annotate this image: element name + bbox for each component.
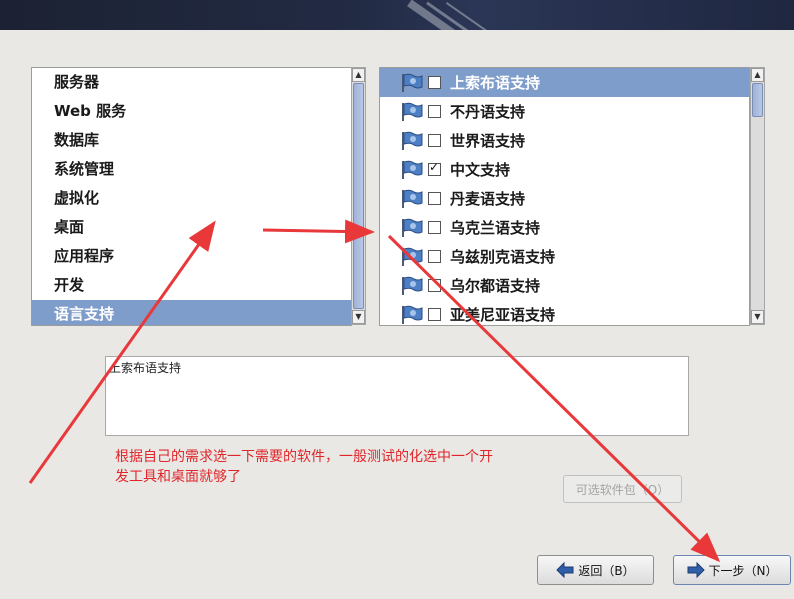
group-item[interactable]: 开发 — [32, 271, 351, 300]
package-label: 上索布语支持 — [450, 74, 541, 92]
installer-banner — [0, 0, 794, 30]
optional-packages-button[interactable]: 可选软件包（O） — [563, 475, 682, 503]
scroll-thumb[interactable] — [752, 83, 763, 117]
package-label: 中文支持 — [450, 161, 511, 179]
package-checkbox[interactable] — [428, 76, 441, 89]
annotation-text: 根据自己的需求选一下需要的软件，一般测试的化选中一个开发工具和桌面就够了 — [115, 449, 493, 485]
package-item[interactable]: 世界语支持 — [380, 126, 749, 155]
package-checkbox[interactable] — [428, 279, 441, 292]
package-label: 乌兹别克语支持 — [450, 248, 556, 266]
flag-icon — [400, 305, 424, 325]
package-checkbox[interactable] — [428, 105, 441, 118]
next-label: 下一步（N） — [708, 563, 778, 578]
package-item[interactable]: 丹麦语支持 — [380, 184, 749, 213]
group-item[interactable]: 应用程序 — [32, 242, 351, 271]
group-list-scrollbar[interactable]: ▲ ▼ — [351, 67, 366, 325]
flag-icon — [400, 218, 424, 238]
scroll-up-icon[interactable]: ▲ — [352, 68, 365, 82]
back-label: 返回（B） — [578, 563, 635, 578]
package-item[interactable]: 亚美尼亚语支持 — [380, 300, 749, 325]
scroll-up-icon[interactable]: ▲ — [751, 68, 764, 82]
package-label: 不丹语支持 — [450, 103, 526, 121]
back-button[interactable]: 返回（B） — [537, 555, 654, 585]
scroll-thumb[interactable] — [353, 83, 364, 309]
flag-icon — [400, 73, 424, 93]
flag-icon — [400, 247, 424, 267]
scroll-down-icon[interactable]: ▼ — [751, 310, 764, 324]
group-list[interactable]: 服务器 Web 服务 数据库 系统管理 虚拟化 桌面 应用程序 开发 语言支持 — [31, 67, 352, 326]
package-item[interactable]: 乌克兰语支持 — [380, 213, 749, 242]
package-label: 丹麦语支持 — [450, 190, 526, 208]
package-item[interactable]: 中文支持 — [380, 155, 749, 184]
group-item[interactable]: 系统管理 — [32, 155, 351, 184]
package-label: 乌克兰语支持 — [450, 219, 541, 237]
group-item[interactable]: 数据库 — [32, 126, 351, 155]
next-button[interactable]: 下一步（N） — [673, 555, 791, 585]
group-item[interactable]: Web 服务 — [32, 97, 351, 126]
package-checkbox[interactable] — [428, 250, 441, 263]
flag-icon — [400, 276, 424, 296]
package-label: 世界语支持 — [450, 132, 526, 150]
arrow-left-icon — [556, 562, 574, 578]
group-item[interactable]: 桌面 — [32, 213, 351, 242]
group-item[interactable]: 语言支持 — [32, 300, 351, 325]
flag-icon — [400, 189, 424, 209]
package-description: 上索布语支持 — [105, 356, 689, 436]
package-checkbox[interactable] — [428, 308, 441, 321]
package-label: 亚美尼亚语支持 — [450, 306, 556, 324]
package-item[interactable]: 乌尔都语支持 — [380, 271, 749, 300]
package-list-scrollbar[interactable]: ▲ ▼ — [750, 67, 765, 325]
flag-icon — [400, 131, 424, 151]
package-item[interactable]: 上索布语支持 — [380, 68, 749, 97]
package-checkbox[interactable] — [428, 160, 441, 176]
package-label: 乌尔都语支持 — [450, 277, 541, 295]
package-item[interactable]: 乌兹别克语支持 — [380, 242, 749, 271]
package-checkbox[interactable] — [428, 192, 441, 205]
group-item[interactable]: 服务器 — [32, 68, 351, 97]
group-item[interactable]: 虚拟化 — [32, 184, 351, 213]
arrow-right-icon — [687, 562, 705, 578]
package-checkbox[interactable] — [428, 134, 441, 147]
package-checkbox[interactable] — [428, 221, 441, 234]
package-list[interactable]: 上索布语支持不丹语支持世界语支持中文支持丹麦语支持乌克兰语支持乌兹别克语支持乌尔… — [379, 67, 750, 326]
package-item[interactable]: 不丹语支持 — [380, 97, 749, 126]
flag-icon — [400, 102, 424, 122]
flag-icon — [400, 160, 424, 180]
scroll-down-icon[interactable]: ▼ — [352, 310, 365, 324]
